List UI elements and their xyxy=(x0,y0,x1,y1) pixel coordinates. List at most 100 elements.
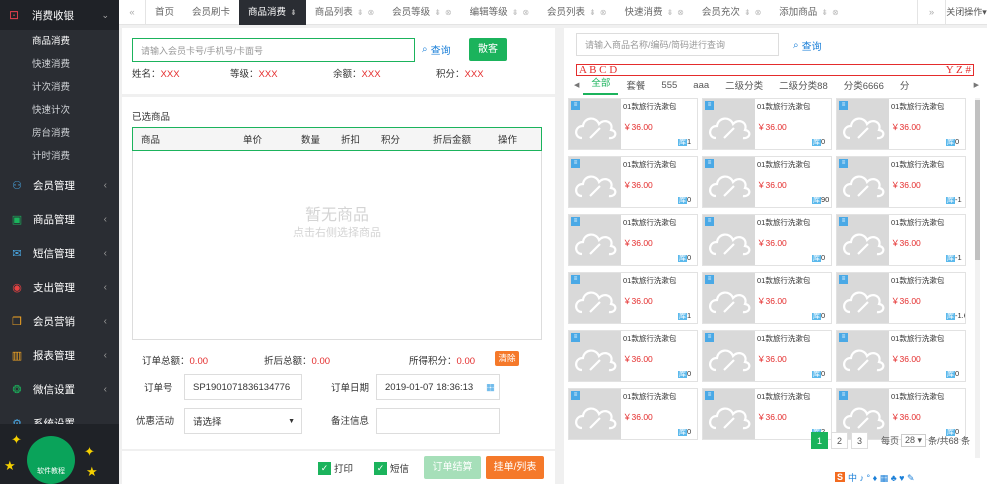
per-page-select[interactable]: 28 ▾ xyxy=(901,433,927,447)
remark-input[interactable] xyxy=(376,408,500,434)
sidebar-item-6[interactable]: ❂ 微信设置 ‹ xyxy=(0,372,119,406)
product-card[interactable]: ≡ 01款旅行洗漱包 ￥36.00 库0 xyxy=(568,388,698,440)
close-icon[interactable]: ⊗ xyxy=(522,8,529,17)
tab-8[interactable]: 会员充次 ⇟ ⊗ xyxy=(693,0,770,25)
category-scroll-left-icon[interactable]: ◀ xyxy=(574,81,579,89)
sms-checkbox[interactable]: ✓ 短信 xyxy=(374,461,409,475)
page-button[interactable]: 3 xyxy=(851,431,868,449)
product-image: ≡ xyxy=(569,389,621,439)
category-scroll-right-icon[interactable]: ▶ xyxy=(974,81,979,89)
product-card[interactable]: ≡ 01款旅行洗漱包 ￥36.00 库90 xyxy=(702,156,832,208)
discount-total: 折后总额：0.00 xyxy=(264,356,331,367)
sidebar-item-0[interactable]: ⚇ 会员管理 ‹ xyxy=(0,168,119,202)
category-tab[interactable]: 全部 xyxy=(583,75,619,95)
close-icon[interactable]: ⊗ xyxy=(445,8,452,17)
product-card[interactable]: ≡ 01款旅行洗漱包 ￥36.00 库-1 xyxy=(836,156,966,208)
product-card[interactable]: ≡ 01款旅行洗漱包 ￥36.00 库0 xyxy=(836,98,966,150)
category-tab[interactable]: aaa xyxy=(685,80,717,91)
product-card[interactable]: ≡ 01款旅行洗漱包 ￥36.00 库0 xyxy=(702,214,832,266)
brand-badge[interactable]: ✦ ✦ ★ ★ 软件教程 xyxy=(0,424,119,484)
product-card[interactable]: ≡ 01款旅行洗漱包 ￥36.00 库1 xyxy=(568,98,698,150)
product-query-button[interactable]: ⌕ 查询 xyxy=(793,38,822,53)
product-image: ≡ xyxy=(837,273,889,323)
category-tab[interactable]: 二级分类88 xyxy=(771,78,836,92)
cart-column-header: 数量 xyxy=(301,135,321,146)
refresh-icon[interactable]: ⇟ xyxy=(434,8,441,17)
product-card[interactable]: ≡ 01款旅行洗漱包 ￥36.00 库1 xyxy=(568,272,698,324)
image-placeholder-icon xyxy=(843,233,885,256)
checkout-button[interactable]: 订单结算 xyxy=(424,456,481,479)
category-tab[interactable]: 分 xyxy=(892,78,918,92)
product-card[interactable]: ≡ 01款旅行洗漱包 ￥36.00 库0 xyxy=(702,98,832,150)
print-checkbox[interactable]: ✓ 打印 xyxy=(318,461,353,475)
product-card[interactable]: ≡ 01款旅行洗漱包 ￥36.00 库0 xyxy=(568,214,698,266)
product-card[interactable]: ≡ 01款旅行洗漱包 ￥36.00 库-1 xyxy=(836,214,966,266)
calendar-icon[interactable]: ▦ xyxy=(486,382,495,393)
close-icon[interactable]: ⊗ xyxy=(367,8,374,17)
sidebar-item-1[interactable]: ▣ 商品管理 ‹ xyxy=(0,202,119,236)
clear-button[interactable]: 清除 xyxy=(495,351,519,366)
sidebar-subitem[interactable]: 商品消费 xyxy=(0,30,119,53)
category-tab[interactable]: 分类6666 xyxy=(836,78,892,92)
product-scrollbar[interactable] xyxy=(975,98,980,458)
sidebar-item-3[interactable]: ◉ 支出管理 ‹ xyxy=(0,270,119,304)
tutorial-button[interactable]: 软件教程 xyxy=(27,436,75,484)
member-query-button[interactable]: ⌕ 查询 xyxy=(422,42,451,57)
sidebar-subitem[interactable]: 计次消费 xyxy=(0,76,119,99)
sidebar-item-5[interactable]: ▥ 报表管理 ‹ xyxy=(0,338,119,372)
close-icon[interactable]: ⊗ xyxy=(677,8,684,17)
sidebar-item-4[interactable]: ❒ 会员营销 ‹ xyxy=(0,304,119,338)
sidebar-subitem[interactable]: 快速消费 xyxy=(0,53,119,76)
product-card[interactable]: ≡ 01款旅行洗漱包 ￥36.00 库0 xyxy=(568,156,698,208)
sidebar-subitem[interactable]: 快速计次 xyxy=(0,99,119,122)
walkin-button[interactable]: 散客 xyxy=(469,38,507,61)
tabs-scroll-right-icon[interactable]: » xyxy=(917,0,945,25)
refresh-icon[interactable]: ⇟ xyxy=(589,8,596,17)
sidebar-section-cashier[interactable]: ⊡ 消费收银 ⌄ xyxy=(0,0,119,30)
product-price: ￥36.00 xyxy=(623,296,653,306)
earned-points: 所得积分：0.00 xyxy=(409,356,476,367)
refresh-icon[interactable]: ⇟ xyxy=(357,8,364,17)
product-card[interactable]: ≡ 01款旅行洗漱包 ￥36.00 库-1.6 xyxy=(836,272,966,324)
close-icon[interactable]: ⊗ xyxy=(600,8,607,17)
order-no-field[interactable]: SP1901071836134776 xyxy=(184,374,302,400)
category-tab[interactable]: 二级分类 xyxy=(717,78,771,92)
tab-2[interactable]: 商品消费 ⇟ xyxy=(239,0,306,25)
sidebar-item-2[interactable]: ✉ 短信管理 ‹ xyxy=(0,236,119,270)
member-search-input[interactable]: 请输入会员卡号/手机号/卡面号 xyxy=(132,38,415,62)
order-date-field[interactable]: 2019-01-07 18:36:13 ▦ xyxy=(376,374,500,400)
ime-toolbar[interactable]: S 中 ♪ ° ♦ ▦ ♣ ♥ ✎ xyxy=(835,470,987,484)
product-card[interactable]: ≡ 01款旅行洗漱包 ￥36.00 库0 xyxy=(702,330,832,382)
refresh-icon[interactable]: ⇟ xyxy=(512,8,519,17)
image-placeholder-icon xyxy=(575,175,617,198)
tab-1[interactable]: 会员刷卡 xyxy=(183,0,239,25)
tabs-scroll-left-icon[interactable]: « xyxy=(119,0,146,25)
tab-3[interactable]: 商品列表 ⇟ ⊗ xyxy=(306,0,383,25)
hold-order-button[interactable]: 挂单/列表 xyxy=(486,456,544,479)
product-card[interactable]: ≡ 01款旅行洗漱包 ￥36.00 库0 xyxy=(836,330,966,382)
refresh-icon[interactable]: ⇟ xyxy=(744,8,751,17)
page-button[interactable]: 2 xyxy=(831,431,848,449)
product-price: ￥36.00 xyxy=(757,238,787,248)
tab-6[interactable]: 会员列表 ⇟ ⊗ xyxy=(538,0,615,25)
page-button[interactable]: 1 xyxy=(811,431,828,449)
product-stock: 库0 xyxy=(812,311,826,320)
product-card[interactable]: ≡ 01款旅行洗漱包 ￥36.00 库0 xyxy=(568,330,698,382)
tab-5[interactable]: 编辑等级 ⇟ ⊗ xyxy=(461,0,538,25)
close-icon[interactable]: ⊗ xyxy=(755,8,762,17)
sidebar-subitem[interactable]: 房台消费 xyxy=(0,122,119,145)
tab-4[interactable]: 会员等级 ⇟ ⊗ xyxy=(383,0,460,25)
product-card[interactable]: ≡ 01款旅行洗漱包 ￥36.00 库0 xyxy=(702,272,832,324)
refresh-icon[interactable]: ⇟ xyxy=(821,8,828,17)
sidebar-subitem[interactable]: 计时消费 xyxy=(0,145,119,168)
tab-9[interactable]: 添加商品 ⇟ ⊗ xyxy=(770,0,847,25)
close-operations-menu[interactable]: 关闭操作▾ xyxy=(945,0,987,25)
tab-7[interactable]: 快速消费 ⇟ ⊗ xyxy=(615,0,692,25)
promo-select[interactable]: 请选择 ▼ xyxy=(184,408,302,434)
tab-0[interactable]: 首页 xyxy=(146,0,183,25)
category-tab[interactable]: 套餐 xyxy=(618,78,653,92)
refresh-icon[interactable]: ⇟ xyxy=(666,8,673,17)
product-search-input[interactable]: 请输入商品名称/编码/简码进行查询 xyxy=(576,33,779,56)
close-icon[interactable]: ⊗ xyxy=(832,8,839,17)
category-tab[interactable]: 555 xyxy=(653,80,685,91)
